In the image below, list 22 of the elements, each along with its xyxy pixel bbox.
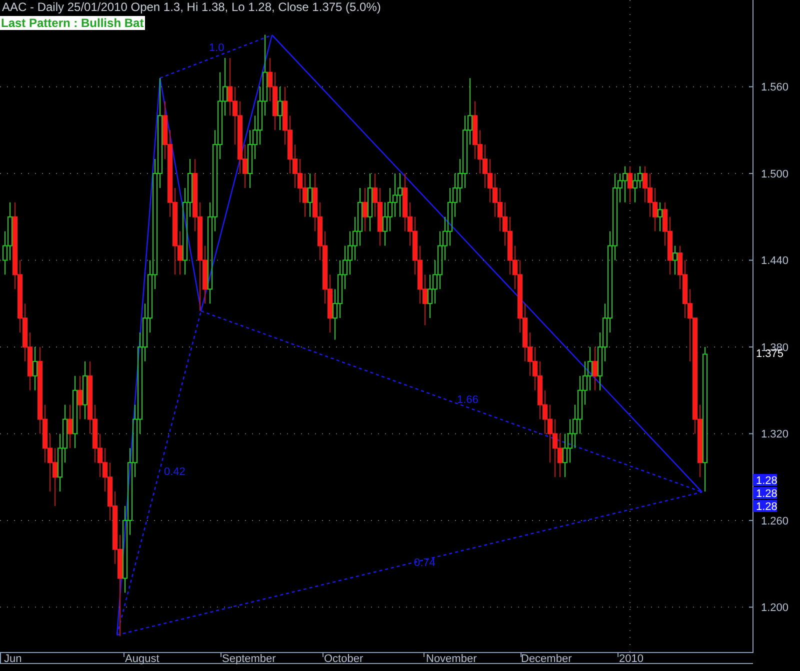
date-axis-label: November bbox=[426, 653, 477, 665]
chart-title: AAC - Daily 25/01/2010 Open 1.3, Hi 1.38, Lo 1.28, Close 1.375 (5.0%) bbox=[2, 0, 381, 14]
date-axis-label: December bbox=[521, 653, 572, 665]
price-marker: 1.28 bbox=[753, 487, 778, 500]
date-axis-label: 2010 bbox=[619, 653, 644, 665]
date-axis-label: October bbox=[324, 653, 364, 665]
price-axis-label: 1.200 bbox=[761, 602, 789, 614]
price-axis-label: 1.440 bbox=[761, 255, 789, 268]
price-axis-label: 1.560 bbox=[761, 82, 789, 94]
ratio-label: 0.42 bbox=[164, 466, 186, 478]
ratio-label: 1.0 bbox=[209, 42, 224, 54]
ratio-label: 0.74 bbox=[414, 557, 436, 569]
price-marker: 1.28 bbox=[753, 474, 778, 487]
date-axis-label: Jun bbox=[4, 653, 22, 665]
date-axis-label: August bbox=[125, 653, 160, 665]
pattern-label: Last Pattern : Bullish Bat bbox=[0, 16, 145, 30]
price-axis-label: 1.500 bbox=[761, 168, 789, 180]
date-axis-label: September bbox=[222, 653, 276, 665]
price-marker: 1.28 bbox=[753, 500, 778, 513]
ratio-label: 1.66 bbox=[457, 394, 478, 406]
price-axis-label: 1.260 bbox=[761, 515, 789, 528]
price-axis-label: 1.320 bbox=[761, 428, 789, 441]
